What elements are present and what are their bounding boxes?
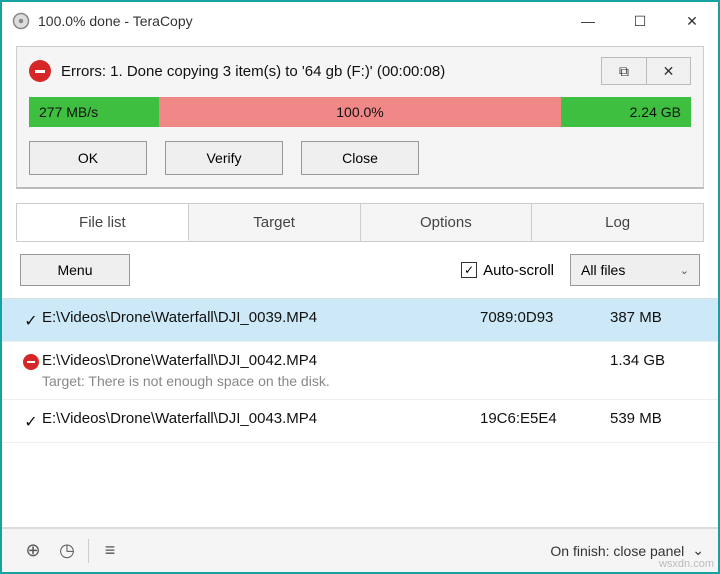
- on-finish-selector[interactable]: On finish: close panel ⌄: [550, 542, 704, 559]
- tab-log[interactable]: Log: [532, 203, 704, 241]
- filter-label: All files: [581, 262, 625, 278]
- verify-button[interactable]: Verify: [165, 141, 283, 175]
- footer: ⊕ ◷ ≡ On finish: close panel ⌄: [2, 528, 718, 572]
- tab-target[interactable]: Target: [189, 203, 361, 241]
- window-controls: — ☐ ✕: [562, 2, 718, 40]
- progress-percent: 100.0%: [159, 97, 561, 127]
- close-button[interactable]: Close: [301, 141, 419, 175]
- error-icon: [29, 60, 51, 82]
- status-panel: Errors: 1. Done copying 3 item(s) to '64…: [16, 46, 704, 189]
- minimize-button[interactable]: —: [562, 2, 614, 40]
- error-icon: [23, 354, 39, 370]
- chevron-down-icon: ⌄: [692, 542, 704, 559]
- app-icon: [12, 12, 30, 30]
- list-toolbar: Menu ✓ Auto-scroll All files ⌄: [2, 242, 718, 298]
- tab-bar: File list Target Options Log: [16, 203, 704, 242]
- tab-file-list[interactable]: File list: [16, 203, 189, 241]
- progress-bar: 277 MB/s 100.0% 2.24 GB: [29, 97, 691, 127]
- file-hash: 19C6:E5E4: [480, 410, 610, 427]
- checkmark-icon: ✓: [461, 262, 477, 278]
- divider: [88, 539, 89, 563]
- filter-dropdown[interactable]: All files ⌄: [570, 254, 700, 286]
- panel-close-button[interactable]: ✕: [646, 58, 690, 84]
- app-window: 100.0% done - TeraCopy — ☐ ✕ Errors: 1. …: [0, 0, 720, 574]
- file-size: 1.34 GB: [610, 352, 700, 369]
- panel-restore-button[interactable]: ⧉: [602, 58, 646, 84]
- file-path: E:\Videos\Drone\Waterfall\DJI_0039.MP4: [42, 309, 480, 326]
- panel-button-row: OK Verify Close: [29, 141, 691, 175]
- file-row[interactable]: ✓ E:\Videos\Drone\Waterfall\DJI_0043.MP4…: [2, 400, 718, 443]
- autoscroll-label: Auto-scroll: [483, 262, 554, 279]
- menu-button[interactable]: Menu: [20, 254, 130, 286]
- file-row[interactable]: E:\Videos\Drone\Waterfall\DJI_0042.MP4 T…: [2, 342, 718, 400]
- autoscroll-checkbox[interactable]: ✓ Auto-scroll: [461, 262, 554, 279]
- check-icon: ✓: [24, 412, 37, 432]
- file-size: 387 MB: [610, 309, 700, 326]
- maximize-button[interactable]: ☐: [614, 2, 666, 40]
- file-list: ✓ E:\Videos\Drone\Waterfall\DJI_0039.MP4…: [2, 298, 718, 528]
- file-path: E:\Videos\Drone\Waterfall\DJI_0043.MP4: [42, 410, 480, 427]
- tab-options[interactable]: Options: [361, 203, 533, 241]
- on-finish-label: On finish: close panel: [550, 543, 684, 559]
- check-icon: ✓: [24, 311, 37, 331]
- close-window-button[interactable]: ✕: [666, 2, 718, 40]
- chevron-down-icon: ⌄: [680, 264, 689, 277]
- file-size: 539 MB: [610, 410, 700, 427]
- ok-button[interactable]: OK: [29, 141, 147, 175]
- panel-controls: ⧉ ✕: [601, 57, 691, 85]
- status-row: Errors: 1. Done copying 3 item(s) to '64…: [29, 57, 691, 85]
- file-error-message: Target: There is not enough space on the…: [42, 373, 480, 389]
- progress-total: 2.24 GB: [561, 97, 691, 127]
- history-button[interactable]: ◷: [50, 536, 84, 566]
- status-text: Errors: 1. Done copying 3 item(s) to '64…: [61, 63, 601, 80]
- titlebar: 100.0% done - TeraCopy — ☐ ✕: [2, 2, 718, 40]
- file-path: E:\Videos\Drone\Waterfall\DJI_0042.MP4: [42, 352, 480, 369]
- add-button[interactable]: ⊕: [16, 536, 50, 566]
- window-title: 100.0% done - TeraCopy: [38, 13, 562, 29]
- watermark: wsxdn.com: [659, 558, 714, 570]
- file-hash: 7089:0D93: [480, 309, 610, 326]
- file-row[interactable]: ✓ E:\Videos\Drone\Waterfall\DJI_0039.MP4…: [2, 299, 718, 342]
- list-button[interactable]: ≡: [93, 536, 127, 566]
- progress-speed: 277 MB/s: [29, 97, 159, 127]
